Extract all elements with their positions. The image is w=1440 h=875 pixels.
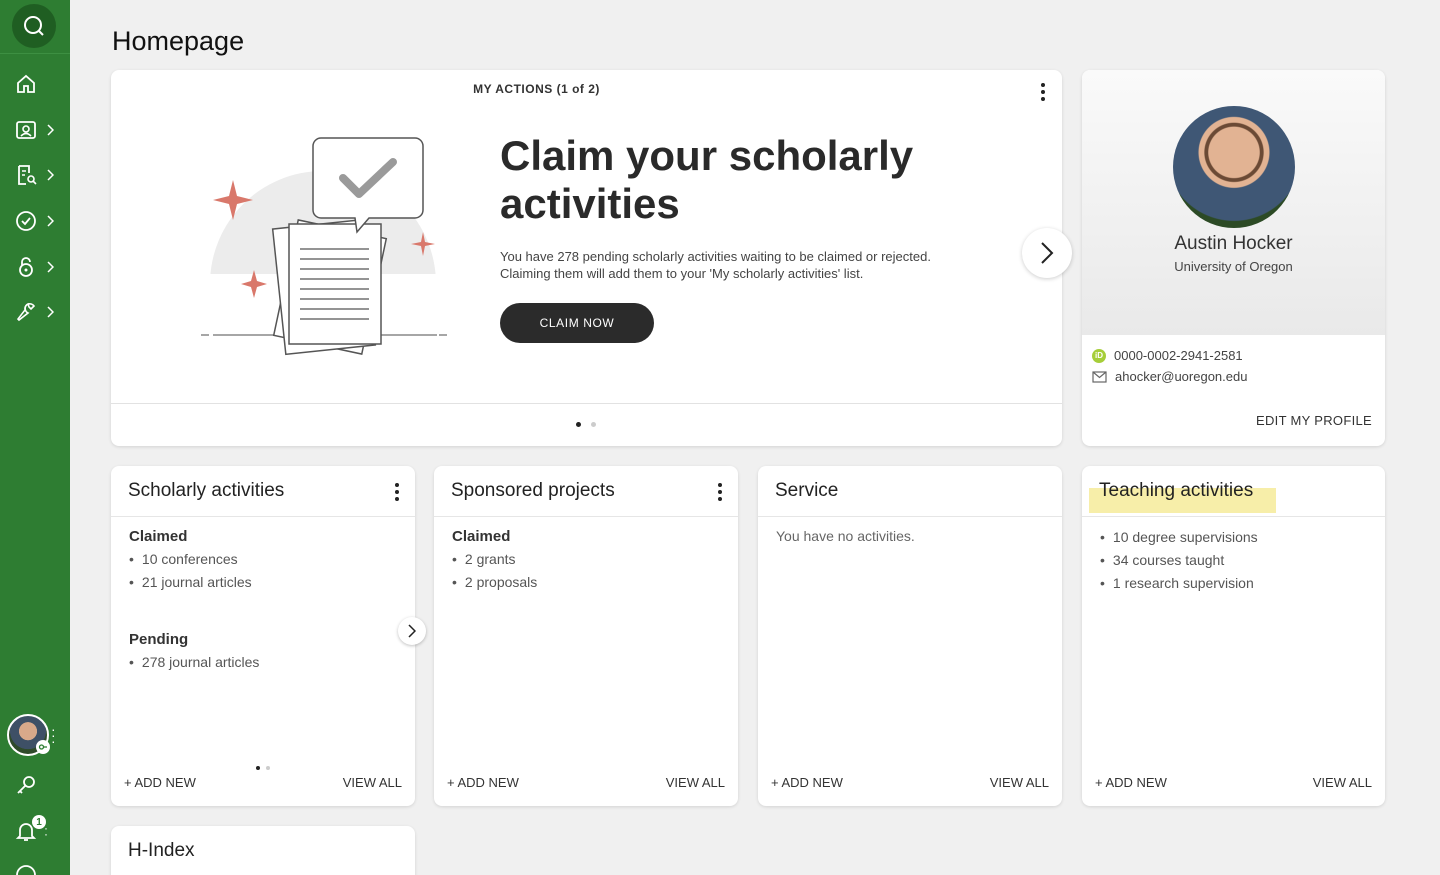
claim-title: Claim your scholarly activities <box>500 132 914 227</box>
profile-icon <box>16 121 36 139</box>
lock-icon <box>19 257 33 277</box>
card-header: Scholarly activities <box>111 466 415 517</box>
divider <box>111 403 1062 404</box>
view-all-button[interactable]: VIEW ALL <box>990 775 1049 790</box>
add-new-button[interactable]: + ADD NEW <box>771 775 843 790</box>
chevron-right-icon <box>47 261 54 273</box>
profile-card: Austin Hocker University of Oregon iD 00… <box>1082 70 1385 446</box>
sponsored-projects-card: Sponsored projects Claimed 2 grants 2 pr… <box>434 466 738 806</box>
sidebar: · · · · · 1 <box>0 0 70 875</box>
empty-message: You have no activities. <box>776 528 915 544</box>
add-new-button[interactable]: + ADD NEW <box>447 775 519 790</box>
key-icon <box>17 776 35 794</box>
actions-label: MY ACTIONS (1 of 2) <box>473 82 600 96</box>
list-item[interactable]: 10 degree supervisions <box>1100 529 1258 545</box>
card-body: You have no activities. <box>776 528 915 544</box>
my-actions-card: MY ACTIONS (1 of 2) Claim your scholarly… <box>111 70 1072 446</box>
chevron-right-icon <box>47 124 54 136</box>
orcid-icon: iD <box>1092 348 1106 363</box>
service-card: Service You have no activities. + ADD NE… <box>758 466 1062 806</box>
notification-badge: 1 <box>32 815 46 829</box>
sidebar-item-security[interactable] <box>14 252 62 282</box>
card-body: 10 degree supervisions 34 courses taught… <box>1100 529 1258 598</box>
sidebar-divider <box>0 53 70 54</box>
chevron-right-icon <box>47 306 54 318</box>
orcid-row: iD 0000-0002-2941-2581 <box>1092 348 1243 363</box>
chevron-right-icon <box>408 624 416 638</box>
h-index-card: H-Index <box>111 826 415 875</box>
list-item[interactable]: 21 journal articles <box>129 574 259 590</box>
list-item[interactable]: 2 grants <box>452 551 537 567</box>
chevron-right-icon <box>1041 242 1054 264</box>
card-body: Claimed 10 conferences 21 journal articl… <box>129 528 259 677</box>
view-all-button[interactable]: VIEW ALL <box>343 775 402 790</box>
claimed-label: Claimed <box>452 528 511 545</box>
card-next-button[interactable] <box>398 617 426 645</box>
mail-icon <box>1092 370 1107 383</box>
actions-menu-icon[interactable] <box>1041 83 1045 101</box>
view-all-button[interactable]: VIEW ALL <box>666 775 725 790</box>
sidebar-item-activities[interactable] <box>14 160 62 190</box>
help-icon <box>16 865 36 875</box>
chevron-right-icon <box>47 169 54 181</box>
card-title: H-Index <box>128 840 195 861</box>
card-menu-icon[interactable] <box>718 483 722 501</box>
profile-photo <box>1173 106 1295 228</box>
edit-profile-link[interactable]: EDIT MY PROFILE <box>1256 413 1372 428</box>
card-title: Teaching activities <box>1099 480 1254 501</box>
card-title: Scholarly activities <box>128 480 285 501</box>
carousel-pagination[interactable] <box>576 422 596 427</box>
view-all-button[interactable]: VIEW ALL <box>1313 775 1372 790</box>
orcid-id: 0000-0002-2941-2581 <box>1114 348 1243 363</box>
scholarly-activities-card: Scholarly activities Claimed 10 conferen… <box>111 466 426 806</box>
sidebar-item-keys[interactable] <box>14 770 62 800</box>
sidebar-item-tools[interactable] <box>14 297 62 327</box>
wrench-icon <box>16 302 36 322</box>
add-new-button[interactable]: + ADD NEW <box>1095 775 1167 790</box>
claim-description: You have 278 pending scholarly activitie… <box>500 249 931 281</box>
card-body: Claimed 2 grants 2 proposals <box>452 528 537 597</box>
card-title: Service <box>775 480 839 501</box>
email-address: ahocker@uoregon.edu <box>1115 369 1248 384</box>
search-icon <box>24 16 44 36</box>
home-icon <box>17 74 35 93</box>
profile-name: Austin Hocker <box>1174 233 1293 254</box>
list-item[interactable]: 34 courses taught <box>1100 552 1258 568</box>
account-menu-icon[interactable]: · · · <box>51 722 56 748</box>
teaching-activities-card: Teaching activities 10 degree supervisio… <box>1082 466 1385 806</box>
add-new-button[interactable]: + ADD NEW <box>124 775 196 790</box>
sidebar-item-home[interactable] <box>14 69 62 99</box>
search-button[interactable] <box>12 4 56 48</box>
card-menu-icon[interactable] <box>395 483 399 501</box>
claim-now-button[interactable]: CLAIM NOW <box>500 303 654 343</box>
profile-university: University of Oregon <box>1174 259 1293 274</box>
card-pagination[interactable] <box>256 766 270 770</box>
list-item[interactable]: 2 proposals <box>452 574 537 590</box>
sidebar-item-verified[interactable] <box>14 206 62 236</box>
list-item[interactable]: 278 journal articles <box>129 654 260 670</box>
search-document-icon <box>18 165 37 185</box>
card-header: Service <box>758 466 1062 517</box>
claimed-label: Claimed <box>129 528 188 545</box>
verified-icon <box>16 211 36 231</box>
page-title: Homepage <box>112 26 245 56</box>
list-item[interactable]: 10 conferences <box>129 551 259 567</box>
chevron-right-icon <box>47 215 54 227</box>
notifications-menu-icon: · · <box>44 821 48 841</box>
card-title: Sponsored projects <box>451 480 615 501</box>
email-row: ahocker@uoregon.edu <box>1092 369 1247 384</box>
next-action-button[interactable] <box>1022 228 1072 278</box>
sidebar-item-help[interactable] <box>14 860 62 875</box>
list-item[interactable]: 1 research supervision <box>1100 575 1258 591</box>
sidebar-item-profile[interactable] <box>14 115 62 145</box>
card-header: Teaching activities <box>1082 466 1385 517</box>
claim-illustration <box>197 137 457 364</box>
pending-label: Pending <box>129 631 189 648</box>
key-badge-icon <box>36 740 50 754</box>
card-header: Sponsored projects <box>434 466 738 517</box>
